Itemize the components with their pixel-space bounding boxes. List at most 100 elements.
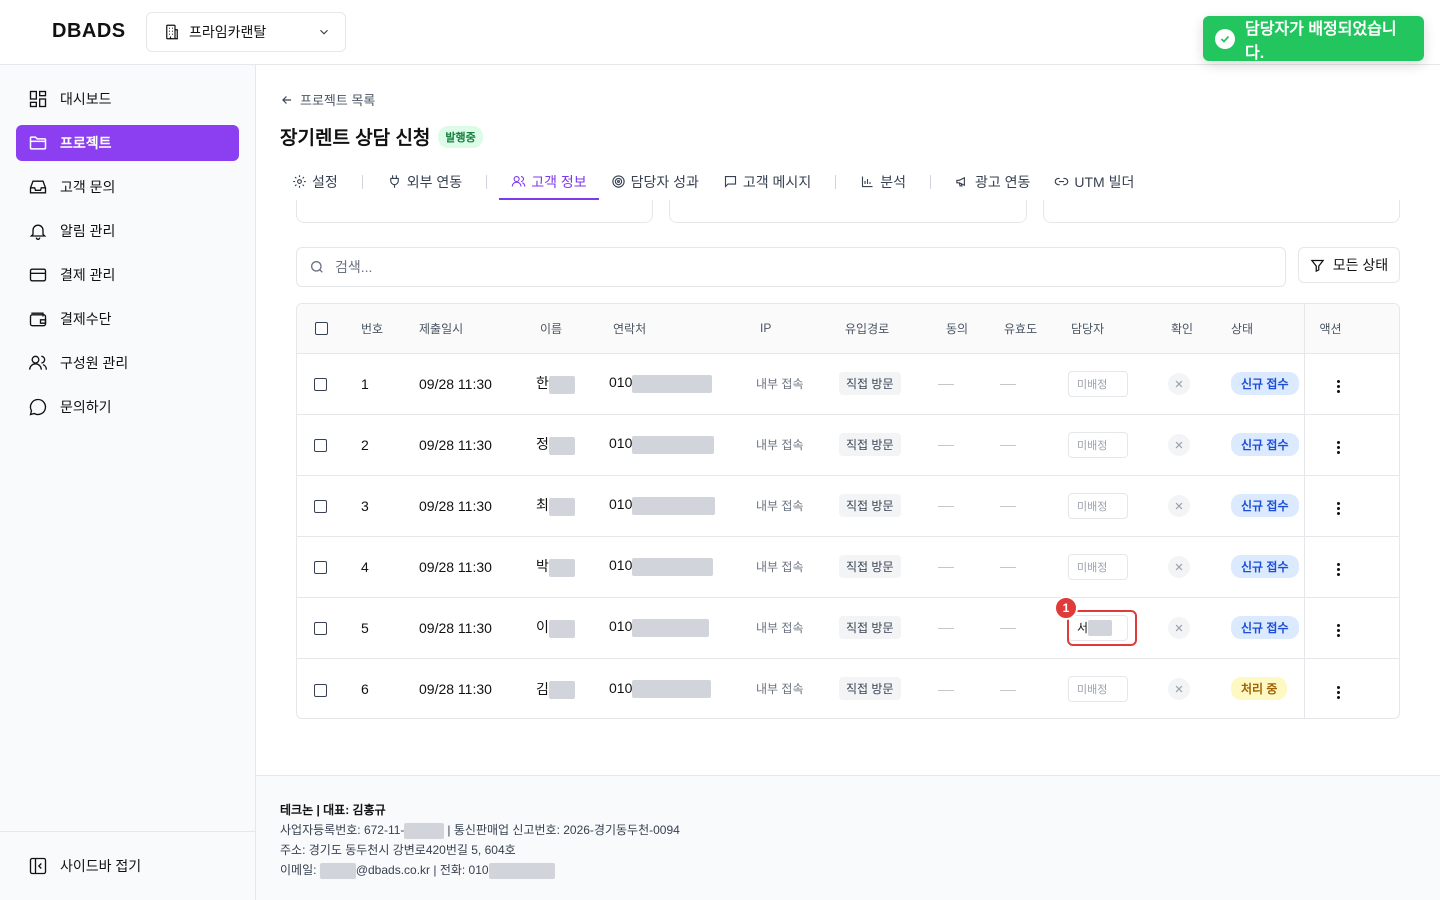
dashboard-icon xyxy=(29,90,47,108)
tab-analytics[interactable]: 분석 xyxy=(848,163,918,200)
customer-phone: 010 xyxy=(591,658,738,718)
tab-agent-performance[interactable]: 담당자 성과 xyxy=(599,163,711,200)
sidebar-item-contact[interactable]: 문의하기 xyxy=(16,389,239,425)
column-header[interactable]: 제출일시 xyxy=(401,304,518,354)
assignee-select[interactable]: 미배정 xyxy=(1068,370,1128,397)
status-badge[interactable]: 신규 접수 xyxy=(1231,433,1299,456)
summary-card xyxy=(1043,200,1400,223)
confirm-toggle-button[interactable] xyxy=(1168,494,1190,517)
sidebar-item-notifications[interactable]: 알림 관리 xyxy=(16,213,239,249)
table-row[interactable]: 1 09/28 11:30 한 010 내부 접속 직접 방문 미배정 신규 접수 xyxy=(297,353,1399,415)
column-header[interactable]: 유효도 xyxy=(986,304,1053,354)
column-header[interactable]: IP xyxy=(738,304,825,354)
column-header[interactable]: 담당자 xyxy=(1053,304,1153,354)
assignee-select[interactable]: 미배정 xyxy=(1068,553,1128,580)
assignee-select[interactable]: 미배정 xyxy=(1068,492,1128,519)
tab-label: 외부 연동 xyxy=(406,173,463,190)
tab-customer-messages[interactable]: 고객 메시지 xyxy=(711,163,823,200)
row-checkbox[interactable] xyxy=(314,683,327,697)
app-logo[interactable]: DBADS xyxy=(52,20,126,43)
sidebar-footer: 사이드바 접기 xyxy=(0,831,255,900)
search-placeholder: 검색... xyxy=(335,259,373,275)
back-to-projects-link[interactable]: 프로젝트 목록 xyxy=(280,90,375,109)
confirm-toggle-button[interactable] xyxy=(1168,616,1190,639)
confirm-toggle-button[interactable] xyxy=(1168,433,1190,456)
assignee-select[interactable]: 미배정 xyxy=(1068,675,1128,702)
consent-empty xyxy=(938,384,954,386)
search-input[interactable]: 검색... xyxy=(296,247,1286,287)
redacted-text xyxy=(548,436,575,455)
filter-icon xyxy=(1310,259,1325,272)
column-header[interactable]: 유입경로 xyxy=(825,304,927,354)
row-number: 3 xyxy=(343,475,401,537)
sidebar-item-projects[interactable]: 프로젝트 xyxy=(16,125,239,161)
column-header[interactable]: 번호 xyxy=(343,304,401,354)
table-row[interactable]: 5 09/28 11:30 이 010 내부 접속 직접 방문 서 신규 접수 xyxy=(297,597,1399,659)
table-row[interactable]: 4 09/28 11:30 박 010 내부 접속 직접 방문 미배정 신규 접수 xyxy=(297,536,1399,598)
row-checkbox[interactable] xyxy=(314,561,327,575)
column-header[interactable]: 연락처 xyxy=(591,304,738,354)
table-row[interactable]: 6 09/28 11:30 김 010 내부 접속 직접 방문 미배정 처리 중 xyxy=(297,658,1399,718)
submitted-at: 09/28 11:30 xyxy=(401,536,518,598)
tab-utm-builder[interactable]: UTM 빌더 xyxy=(1042,163,1146,200)
sidebar-item-payment-methods[interactable]: 결제수단 xyxy=(16,301,239,337)
status-badge: 발행중 xyxy=(438,125,483,148)
sidebar-item-dashboard[interactable]: 대시보드 xyxy=(16,81,239,117)
main-content: 프로젝트 목록 장기렌트 상담 신청 발행중 설정 외부 연동 고객 정보 담당… xyxy=(256,65,1440,900)
tab-settings[interactable]: 설정 xyxy=(280,163,350,200)
status-badge[interactable]: 신규 접수 xyxy=(1231,616,1299,639)
redacted-text xyxy=(632,374,713,393)
sidebar-item-members[interactable]: 구성원 관리 xyxy=(16,345,239,381)
status-filter-button[interactable]: 모든 상태 xyxy=(1298,247,1400,283)
close-icon xyxy=(1175,624,1183,631)
customer-name: 김 xyxy=(518,658,591,718)
ip-value: 내부 접속 xyxy=(738,353,825,415)
column-header[interactable]: 이름 xyxy=(518,304,591,354)
redacted-text xyxy=(632,679,712,698)
row-checkbox[interactable] xyxy=(314,500,327,514)
more-actions-icon[interactable] xyxy=(1329,499,1349,519)
more-actions-icon[interactable] xyxy=(1329,560,1349,580)
column-header[interactable]: 확인 xyxy=(1153,304,1213,354)
confirm-toggle-button[interactable] xyxy=(1168,372,1190,395)
row-checkbox[interactable] xyxy=(314,622,327,636)
sidebar-item-billing[interactable]: 결제 관리 xyxy=(16,257,239,293)
organization-select[interactable]: 프라임카랜탈 xyxy=(146,12,346,52)
bell-icon xyxy=(29,224,47,240)
table-row[interactable]: 3 09/28 11:30 최 010 내부 접속 직접 방문 미배정 신규 접수 xyxy=(297,475,1399,537)
tab-ad-integrations[interactable]: 광고 연동 xyxy=(943,163,1042,200)
column-header[interactable]: 상태 xyxy=(1213,304,1304,354)
sidebar-item-label: 프로젝트 xyxy=(60,135,112,151)
consent-empty xyxy=(938,506,954,508)
sidebar-item-inquiries[interactable]: 고객 문의 xyxy=(16,169,239,205)
status-badge[interactable]: 신규 접수 xyxy=(1231,555,1299,578)
select-all-checkbox[interactable] xyxy=(315,322,328,336)
redacted-text xyxy=(548,558,575,577)
more-actions-icon[interactable] xyxy=(1329,438,1349,458)
plug-icon xyxy=(389,175,399,188)
confirm-toggle-button[interactable] xyxy=(1168,555,1190,578)
more-actions-icon[interactable] xyxy=(1329,377,1349,397)
table-row[interactable]: 2 09/28 11:30 정 010 내부 접속 직접 방문 미배정 신규 접수 xyxy=(297,414,1399,476)
assignee-select[interactable]: 미배정 xyxy=(1068,431,1128,458)
row-checkbox[interactable] xyxy=(314,439,327,453)
leads-table: 번호 제출일시 이름 연락처 IP 유입경로 동의 유효도 담당자 확인 상태 … xyxy=(296,303,1400,719)
collapse-sidebar-button[interactable]: 사이드바 접기 xyxy=(28,856,141,876)
tab-customer-info[interactable]: 고객 정보 xyxy=(499,163,600,200)
close-icon xyxy=(1175,380,1183,387)
status-badge[interactable]: 처리 중 xyxy=(1231,677,1288,701)
summary-card xyxy=(296,200,653,223)
customer-phone: 010 xyxy=(591,597,738,659)
confirm-toggle-button[interactable] xyxy=(1168,677,1190,700)
column-header: 액션 xyxy=(1303,304,1399,354)
more-actions-icon[interactable] xyxy=(1329,682,1349,702)
row-checkbox[interactable] xyxy=(314,378,327,392)
more-actions-icon[interactable] xyxy=(1329,621,1349,641)
consent-empty xyxy=(938,628,954,630)
ip-value: 내부 접속 xyxy=(738,597,825,659)
status-badge[interactable]: 신규 접수 xyxy=(1231,494,1299,517)
tab-integrations[interactable]: 외부 연동 xyxy=(375,163,474,200)
redacted-text xyxy=(488,862,555,879)
column-header[interactable]: 동의 xyxy=(927,304,986,354)
status-badge[interactable]: 신규 접수 xyxy=(1231,372,1299,395)
